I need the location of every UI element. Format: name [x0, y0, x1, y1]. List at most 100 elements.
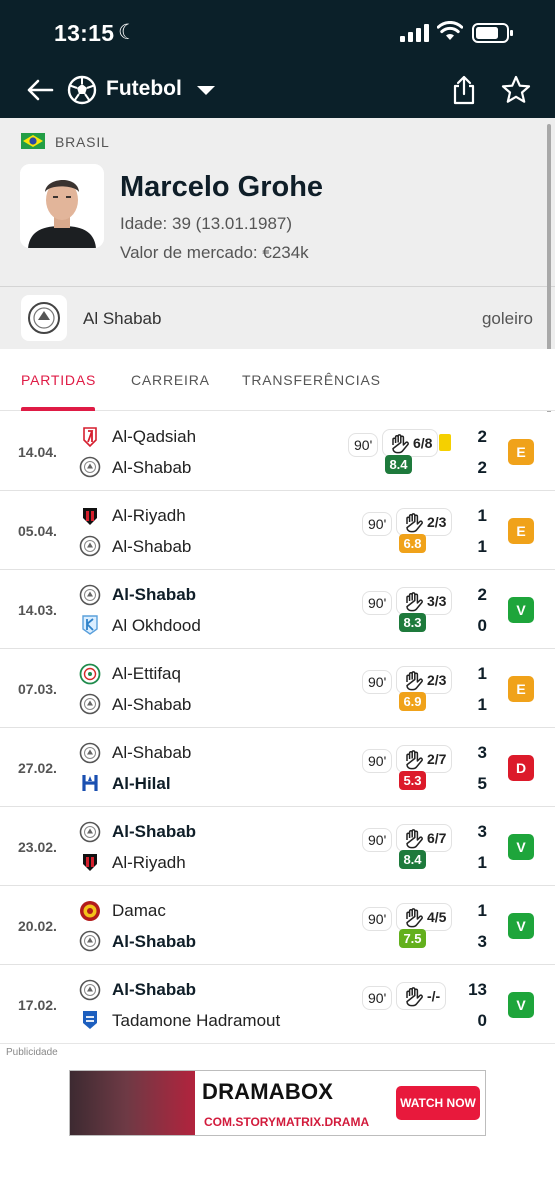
player-name: Marcelo Grohe: [120, 171, 324, 203]
ad-label: Publicidade: [6, 1047, 58, 1058]
saves-stat: 6/8: [382, 429, 439, 457]
sport-title[interactable]: Futebol: [106, 77, 182, 101]
away-team-name: Al-Shabab: [112, 695, 192, 714]
share-icon[interactable]: [448, 74, 480, 106]
player-team-row[interactable]: Al Shabab goleiro: [0, 286, 555, 349]
home-score: 1: [477, 664, 487, 683]
glove-icon: [406, 592, 423, 612]
saves-value: -/-: [427, 988, 441, 1004]
minutes-played: 90': [362, 749, 393, 773]
away-score: 5: [477, 774, 487, 793]
match-row[interactable]: 07.03. Al-Ettifaq Al-Shabab 90' 2/3 6.9 1 1 E: [0, 649, 555, 728]
match-row[interactable]: 17.02. Al-Shabab Tadamone Hadramout 90' -/- 1…: [0, 965, 555, 1044]
player-rating: 8.4: [385, 455, 412, 474]
away-team-name: Al-Shabab: [112, 537, 192, 556]
result-badge: E: [508, 676, 534, 702]
saves-stat: 4/5: [396, 903, 453, 931]
away-team-logo-icon: [79, 930, 101, 952]
result-badge: E: [508, 439, 534, 465]
player-avatar: [20, 164, 104, 248]
home-team-logo-icon: [79, 742, 101, 764]
home-team-logo-icon: [83, 427, 97, 448]
away-team-name: Al-Riyadh: [112, 853, 186, 872]
match-date: 14.04.: [18, 444, 57, 460]
tab-partidas[interactable]: PARTIDAS: [21, 372, 96, 388]
saves-value: 4/5: [427, 909, 447, 925]
home-team-logo-icon: [79, 663, 101, 685]
saves-value: 2/3: [427, 514, 447, 530]
home-team-name: Al-Qadsiah: [112, 427, 197, 446]
moon-icon: ☾: [118, 21, 137, 44]
minutes-played: 90': [362, 512, 393, 536]
away-team-name: Tadamone Hadramout: [112, 1011, 281, 1030]
match-date: 20.02.: [18, 918, 57, 934]
match-date: 23.02.: [18, 839, 57, 855]
player-age: Idade: 39 (13.01.1987): [120, 214, 293, 233]
away-team-name: Al-Hilal: [112, 774, 171, 793]
away-score: 0: [477, 1011, 487, 1030]
home-score: 2: [477, 427, 487, 446]
star-icon[interactable]: [500, 74, 532, 106]
home-score: 3: [477, 822, 487, 841]
away-team-logo-icon: [83, 1011, 97, 1029]
home-team-name: Al-Shabab: [112, 743, 192, 762]
match-row[interactable]: 27.02. Al-Shabab Al-Hilal 90' 2/7 5.3 3 5 D: [0, 728, 555, 807]
result-badge: V: [508, 992, 534, 1018]
match-date: 07.03.: [18, 681, 57, 697]
home-team-logo-icon: [83, 508, 97, 525]
away-score: 2: [477, 458, 487, 477]
brazil-flag-icon: [21, 133, 45, 149]
glove-icon: [406, 829, 423, 849]
match-row[interactable]: 14.04. Al-Qadsiah Al-Shabab 90' 6/8 8.4 2 2 E: [0, 412, 555, 491]
home-team-logo-icon: [80, 901, 100, 921]
soccer-ball-icon: [67, 75, 97, 105]
match-row[interactable]: 05.04. Al-Riyadh Al-Shabab 90' 2/3 6.8 1 1 E: [0, 491, 555, 570]
away-score: 3: [477, 932, 487, 951]
player-rating: 5.3: [399, 771, 426, 790]
away-team-logo-icon: [79, 456, 101, 478]
tab-transferencias[interactable]: TRANSFERÊNCIAS: [242, 372, 381, 388]
match-row[interactable]: 20.02. Damac Al-Shabab 90' 4/5 7.5 1 3 V: [0, 886, 555, 965]
saves-value: 3/3: [427, 593, 447, 609]
player-market-value: Valor de mercado: €234k: [120, 243, 309, 262]
home-team-logo-icon: [79, 821, 101, 843]
glove-icon: [392, 434, 409, 454]
player-rating: 6.9: [399, 692, 426, 711]
saves-value: 2/3: [427, 672, 447, 688]
home-team-logo-icon: [79, 979, 101, 1001]
result-badge: V: [508, 597, 534, 623]
ad-area: Publicidade DRAMABOX COM.STORYMATRIX.DRA…: [0, 1043, 555, 1200]
saves-stat: 2/3: [396, 508, 453, 536]
home-team-name: Al-Shabab: [112, 822, 197, 841]
player-rating: 7.5: [399, 929, 426, 948]
player-card: BRASIL Marcelo Grohe Idade: 39 (13.01.19…: [0, 118, 555, 286]
saves-stat: 6/7: [396, 824, 453, 852]
away-score: 0: [477, 616, 487, 635]
tab-carreira[interactable]: CARREIRA: [131, 372, 210, 388]
minutes-played: 90': [362, 986, 393, 1010]
saves-stat: 2/3: [396, 666, 453, 694]
ad-banner[interactable]: DRAMABOX COM.STORYMATRIX.DRAMA WATCH NOW: [69, 1070, 486, 1136]
player-photo-icon: [20, 164, 104, 248]
ad-cta-button[interactable]: WATCH NOW: [396, 1086, 480, 1120]
away-score: 1: [477, 537, 487, 556]
yellow-card-icon: [439, 434, 451, 451]
away-team-name: Al Okhdood: [112, 616, 201, 635]
home-score: 2: [477, 585, 487, 604]
home-team-logo-icon: [79, 584, 101, 606]
back-arrow-icon[interactable]: [24, 74, 56, 106]
result-badge: V: [508, 913, 534, 939]
home-score: 1: [477, 901, 487, 920]
saves-stat: -/-: [396, 982, 447, 1010]
active-tab-indicator: [21, 407, 95, 411]
minutes-played: 90': [362, 907, 393, 931]
away-team-logo-icon: [83, 854, 97, 871]
chevron-down-icon[interactable]: [190, 74, 222, 106]
player-rating: 8.3: [399, 613, 426, 632]
match-row[interactable]: 23.02. Al-Shabab Al-Riyadh 90' 6/7 8.4 3 1 V: [0, 807, 555, 886]
ad-domain: COM.STORYMATRIX.DRAMA: [204, 1115, 370, 1129]
match-row[interactable]: 14.03. Al-Shabab Al Okhdood 90' 3/3 8.3 2 0 V: [0, 570, 555, 649]
match-date: 05.04.: [18, 523, 57, 539]
ad-brand: DRAMABOX: [202, 1079, 334, 1104]
away-score: 1: [477, 853, 487, 872]
